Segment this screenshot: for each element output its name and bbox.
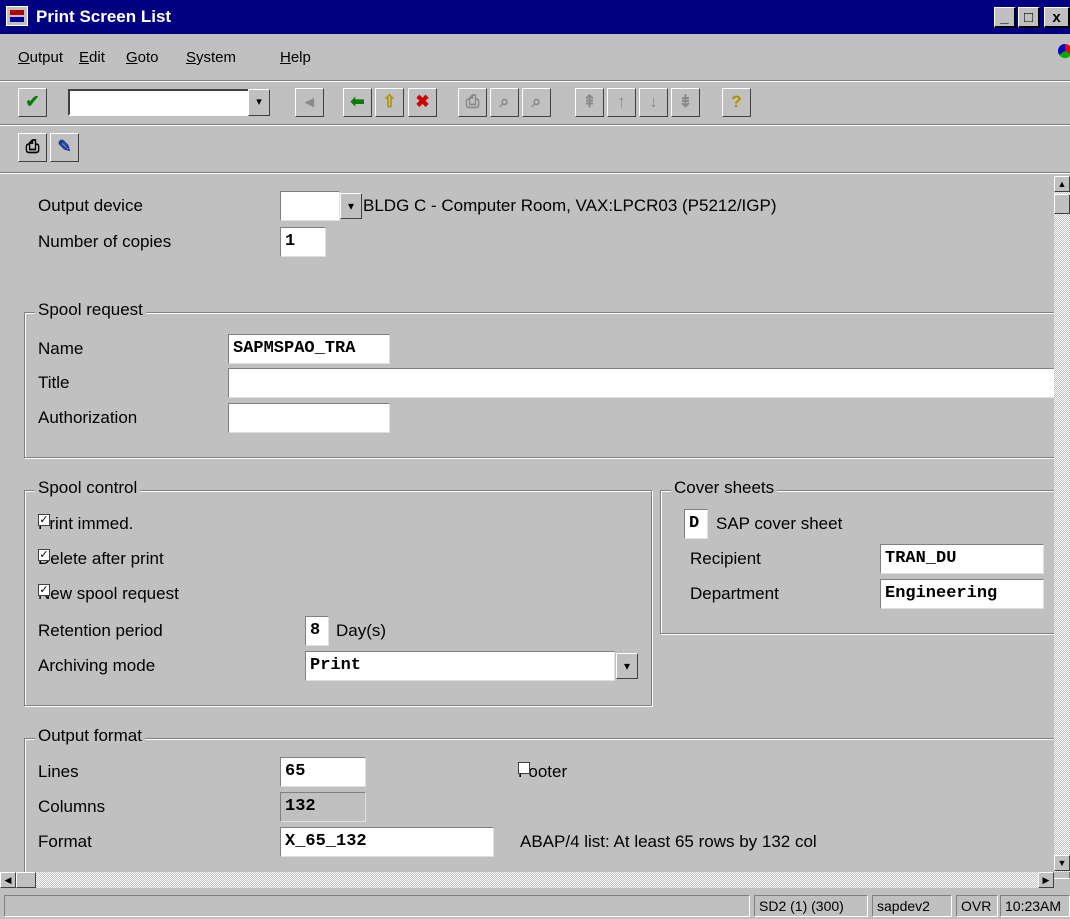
- divider: [0, 124, 1070, 126]
- first-page-icon[interactable]: ⇞: [575, 88, 604, 117]
- print-immediately-label: Print immed.: [38, 514, 134, 533]
- archiving-mode-dropdown-icon[interactable]: ▾: [616, 653, 638, 679]
- columns-label: Columns: [38, 797, 106, 816]
- output-device-description: BLDG C - Computer Room, VAX:LPCR03 (P521…: [363, 196, 777, 215]
- columns-field: 132: [280, 792, 366, 822]
- copies-label: Number of copies: [38, 232, 172, 251]
- output-device-label: Output device: [38, 196, 143, 215]
- status-message: [4, 895, 750, 917]
- previous-page-icon[interactable]: ↑: [607, 88, 636, 117]
- horizontal-scrollbar[interactable]: [16, 872, 1054, 888]
- print-immediately-checkbox[interactable]: ✓ Print immed.: [38, 514, 133, 534]
- authorization-field[interactable]: [228, 403, 390, 433]
- sap-cover-sheet-field[interactable]: D: [684, 509, 708, 539]
- format-label: Format: [38, 832, 92, 851]
- retention-unit-label: Day(s): [336, 621, 387, 640]
- retention-period-field[interactable]: 8: [305, 616, 329, 646]
- scroll-right-icon[interactable]: ▶: [1038, 872, 1054, 888]
- divider: [0, 80, 1070, 82]
- copies-field[interactable]: 1: [280, 227, 326, 257]
- retention-period-label: Retention period: [38, 621, 163, 640]
- delete-after-print-checkbox[interactable]: ✓ Delete after print: [38, 549, 164, 569]
- status-bar: SD2 (1) (300) sapdev2 OVR 10:23AM: [0, 892, 1070, 919]
- sap-cover-sheet-label: SAP cover sheet: [716, 514, 843, 533]
- department-label: Department: [690, 584, 779, 603]
- print-icon[interactable]: ⎙: [458, 88, 487, 117]
- close-window-button[interactable]: x: [1044, 7, 1070, 28]
- menu-system[interactable]: System: [186, 49, 236, 66]
- scroll-down-icon[interactable]: ▼: [1054, 855, 1070, 871]
- vertical-scrollbar[interactable]: [1054, 176, 1070, 872]
- status-insert-mode: OVR: [956, 895, 998, 917]
- title-bar: Print Screen List _ □ x: [0, 0, 1070, 34]
- archiving-mode-label: Archiving mode: [38, 656, 156, 675]
- lines-field[interactable]: 65: [280, 757, 366, 787]
- window-title: Print Screen List: [36, 7, 172, 26]
- menu-bar: Output Edit Goto System Help: [0, 44, 1070, 74]
- back-icon[interactable]: ⬅: [343, 88, 372, 117]
- save-icon[interactable]: ◂: [295, 88, 324, 117]
- exit-icon[interactable]: ⇧: [375, 88, 404, 117]
- output-device-dropdown-icon[interactable]: ▾: [340, 193, 362, 219]
- command-dropdown-icon[interactable]: ▾: [248, 89, 270, 116]
- new-spool-request-label: New spool request: [38, 584, 179, 603]
- lines-label: Lines: [38, 762, 79, 781]
- vertical-scroll-thumb[interactable]: [1054, 194, 1070, 214]
- recipient-label: Recipient: [690, 549, 761, 568]
- checkbox-checked-icon[interactable]: ✓: [38, 514, 50, 526]
- minimize-button[interactable]: _: [994, 7, 1016, 28]
- command-field[interactable]: [68, 89, 250, 116]
- spool-control-title: Spool control: [35, 478, 141, 498]
- print-button-icon[interactable]: ⎙: [18, 133, 47, 162]
- output-device-field[interactable]: [280, 191, 340, 221]
- spool-request-title: Spool request: [35, 300, 146, 320]
- checkbox-unchecked-icon[interactable]: [518, 762, 530, 774]
- menu-help[interactable]: Help: [280, 49, 311, 66]
- cancel-icon[interactable]: ✖: [408, 88, 437, 117]
- last-page-icon[interactable]: ⇟: [671, 88, 700, 117]
- status-time: 10:23AM: [1000, 895, 1070, 917]
- output-format-title: Output format: [35, 726, 145, 746]
- edit-print-parameters-icon[interactable]: ✎: [50, 133, 79, 162]
- enter-check-icon[interactable]: ✔: [18, 88, 47, 117]
- scroll-left-icon[interactable]: ◀: [0, 872, 16, 888]
- sap-app-icon[interactable]: [6, 6, 28, 26]
- menu-edit[interactable]: Edit: [79, 49, 105, 66]
- status-system[interactable]: SD2 (1) (300): [754, 895, 868, 917]
- output-format-group: Output format: [24, 726, 1070, 878]
- title-label: Title: [38, 373, 70, 392]
- find-next-icon[interactable]: ⌕: [522, 88, 551, 117]
- format-field[interactable]: X_65_132: [280, 827, 494, 857]
- sap-status-icon: [1058, 44, 1070, 58]
- name-label: Name: [38, 339, 84, 358]
- archiving-mode-field[interactable]: Print: [305, 651, 615, 681]
- title-field[interactable]: [228, 368, 1058, 398]
- menu-output[interactable]: Output: [18, 49, 63, 66]
- scroll-up-icon[interactable]: ▲: [1054, 176, 1070, 192]
- format-description: ABAP/4 list: At least 65 rows by 132 col: [520, 832, 817, 851]
- authorization-label: Authorization: [38, 408, 138, 427]
- menu-goto[interactable]: Goto: [126, 49, 159, 66]
- recipient-field[interactable]: TRAN_DU: [880, 544, 1044, 574]
- footer-checkbox[interactable]: Footer: [518, 762, 567, 782]
- status-server: sapdev2: [872, 895, 952, 917]
- cover-sheets-title: Cover sheets: [671, 478, 778, 498]
- next-page-icon[interactable]: ↓: [639, 88, 668, 117]
- delete-after-print-label: Delete after print: [38, 549, 164, 568]
- checkbox-checked-icon[interactable]: ✓: [38, 584, 50, 596]
- help-icon[interactable]: ?: [722, 88, 751, 117]
- department-field[interactable]: Engineering: [880, 579, 1044, 609]
- maximize-button[interactable]: □: [1018, 7, 1040, 28]
- checkbox-checked-icon[interactable]: ✓: [38, 549, 50, 561]
- name-field[interactable]: SAPMSPAO_TRA: [228, 334, 390, 364]
- divider: [0, 172, 1070, 174]
- new-spool-request-checkbox[interactable]: ✓ New spool request: [38, 584, 179, 604]
- horizontal-scroll-thumb[interactable]: [16, 872, 36, 888]
- find-icon[interactable]: ⌕: [490, 88, 519, 117]
